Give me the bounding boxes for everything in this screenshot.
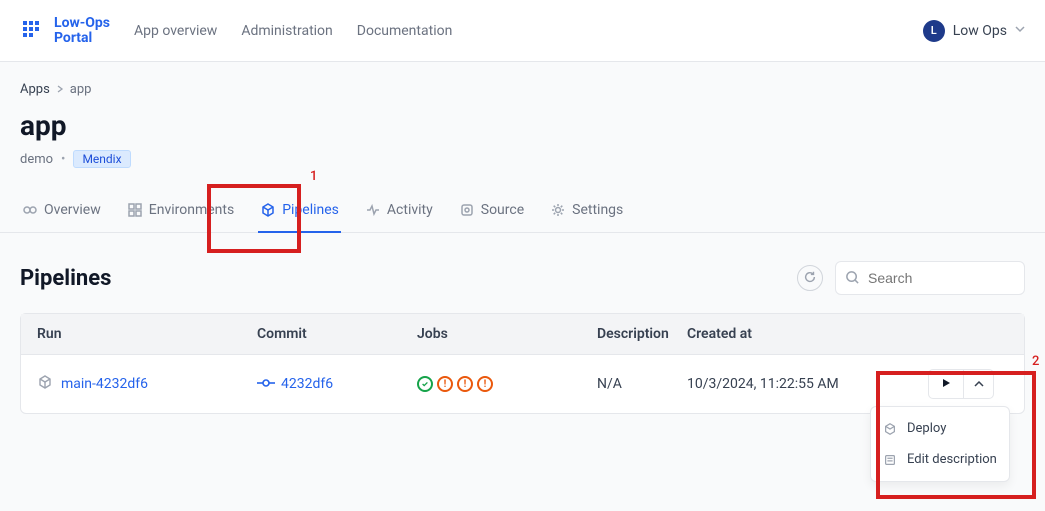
commit-link: 4232df6 bbox=[281, 376, 333, 392]
th-jobs: Jobs bbox=[417, 326, 597, 342]
tab-overview-label: Overview bbox=[44, 202, 101, 218]
th-commit: Commit bbox=[257, 326, 417, 342]
edit-icon bbox=[883, 453, 899, 467]
job-status-warning-icon[interactable]: ! bbox=[457, 376, 473, 392]
dropdown-edit-label: Edit description bbox=[907, 452, 997, 467]
th-actions bbox=[928, 326, 1008, 342]
cell-commit[interactable]: 4232df6 bbox=[257, 376, 417, 392]
tab-source-label: Source bbox=[481, 202, 524, 218]
nav-administration[interactable]: Administration bbox=[241, 23, 332, 39]
brand-text: Low-Ops Portal bbox=[54, 16, 110, 45]
gear-icon bbox=[550, 202, 566, 218]
page-body: Apps app app demo • Mendix Overview Envi… bbox=[0, 62, 1045, 414]
separator-dot: • bbox=[61, 152, 65, 167]
source-icon bbox=[459, 202, 475, 218]
tab-overview[interactable]: Overview bbox=[20, 192, 103, 232]
cell-run[interactable]: main-4232df6 bbox=[37, 374, 257, 394]
run-link: main-4232df6 bbox=[61, 376, 148, 392]
brand-line1: Low-Ops bbox=[54, 16, 110, 31]
dropdown-deploy-label: Deploy bbox=[907, 421, 946, 436]
search-input[interactable] bbox=[835, 261, 1025, 295]
pipelines-table: Run Commit Jobs Description Created at m… bbox=[20, 313, 1025, 414]
tab-environments-label: Environments bbox=[149, 202, 234, 218]
breadcrumb-current: app bbox=[70, 82, 92, 97]
section-head: Pipelines bbox=[20, 261, 1025, 295]
chevron-down-icon bbox=[1015, 24, 1025, 37]
avatar: L bbox=[923, 20, 945, 42]
topbar: Low-Ops Portal App overview Administrati… bbox=[0, 0, 1045, 62]
user-menu[interactable]: L Low Ops bbox=[923, 20, 1025, 42]
tabs: Overview Environments Pipelines Activity… bbox=[0, 192, 1045, 233]
brand-logo-icon bbox=[20, 18, 46, 44]
th-run: Run bbox=[37, 326, 257, 342]
section-actions bbox=[797, 261, 1025, 295]
cell-created: 10/3/2024, 11:22:55 AM bbox=[687, 376, 928, 392]
job-status-success-icon[interactable] bbox=[417, 376, 433, 392]
search-wrap bbox=[835, 261, 1025, 295]
cell-description: N/A bbox=[597, 376, 687, 392]
row-actions bbox=[928, 369, 1008, 399]
breadcrumb-root[interactable]: Apps bbox=[20, 82, 50, 97]
top-nav: App overview Administration Documentatio… bbox=[134, 23, 452, 39]
table-header: Run Commit Jobs Description Created at bbox=[21, 314, 1024, 355]
nav-app-overview[interactable]: App overview bbox=[134, 23, 217, 39]
nav-documentation[interactable]: Documentation bbox=[357, 23, 453, 39]
section-title: Pipelines bbox=[20, 266, 111, 291]
cell-jobs: ! ! ! bbox=[417, 376, 597, 392]
tab-pipelines-label: Pipelines bbox=[282, 202, 339, 218]
pipelines-section: Pipelines Run Commit Jobs bbox=[20, 261, 1025, 414]
page-subline: demo • Mendix bbox=[20, 150, 1025, 168]
row-menu-button[interactable] bbox=[964, 369, 994, 399]
dropdown-deploy[interactable]: Deploy bbox=[871, 413, 1009, 444]
cube-icon bbox=[37, 374, 53, 394]
tab-settings[interactable]: Settings bbox=[548, 192, 625, 232]
overview-icon bbox=[22, 202, 38, 218]
job-status-warning-icon[interactable]: ! bbox=[437, 376, 453, 392]
user-name: Low Ops bbox=[953, 23, 1007, 39]
th-created: Created at bbox=[687, 326, 928, 342]
search-icon bbox=[845, 270, 860, 289]
tab-activity[interactable]: Activity bbox=[363, 192, 435, 232]
chevron-up-icon bbox=[974, 377, 984, 392]
tab-environments[interactable]: Environments bbox=[125, 192, 236, 232]
refresh-icon bbox=[803, 270, 817, 287]
cube-icon bbox=[260, 202, 276, 218]
tab-pipelines[interactable]: Pipelines bbox=[258, 192, 341, 232]
play-icon bbox=[940, 377, 952, 392]
refresh-button[interactable] bbox=[797, 265, 823, 291]
chevron-right-icon bbox=[56, 82, 64, 97]
tab-source[interactable]: Source bbox=[457, 192, 526, 232]
tab-settings-label: Settings bbox=[572, 202, 623, 218]
grid-icon bbox=[127, 202, 143, 218]
table-row: main-4232df6 4232df6 ! ! ! N/A bbox=[21, 355, 1024, 413]
page-title: app bbox=[20, 109, 1025, 142]
job-status-warning-icon[interactable]: ! bbox=[477, 376, 493, 392]
dropdown-edit-description[interactable]: Edit description bbox=[871, 444, 1009, 475]
cell-actions bbox=[928, 369, 1008, 399]
deploy-icon bbox=[883, 422, 899, 436]
activity-icon bbox=[365, 202, 381, 218]
brand-line2: Portal bbox=[54, 31, 110, 46]
tab-activity-label: Activity bbox=[387, 202, 433, 218]
commit-icon bbox=[257, 376, 275, 392]
breadcrumb: Apps app bbox=[20, 82, 1025, 97]
row-dropdown: Deploy Edit description bbox=[870, 406, 1010, 482]
brand[interactable]: Low-Ops Portal bbox=[20, 16, 110, 45]
th-description: Description bbox=[597, 326, 687, 342]
platform-tag: Mendix bbox=[73, 150, 130, 168]
run-button[interactable] bbox=[928, 369, 964, 399]
namespace-label: demo bbox=[20, 152, 53, 167]
